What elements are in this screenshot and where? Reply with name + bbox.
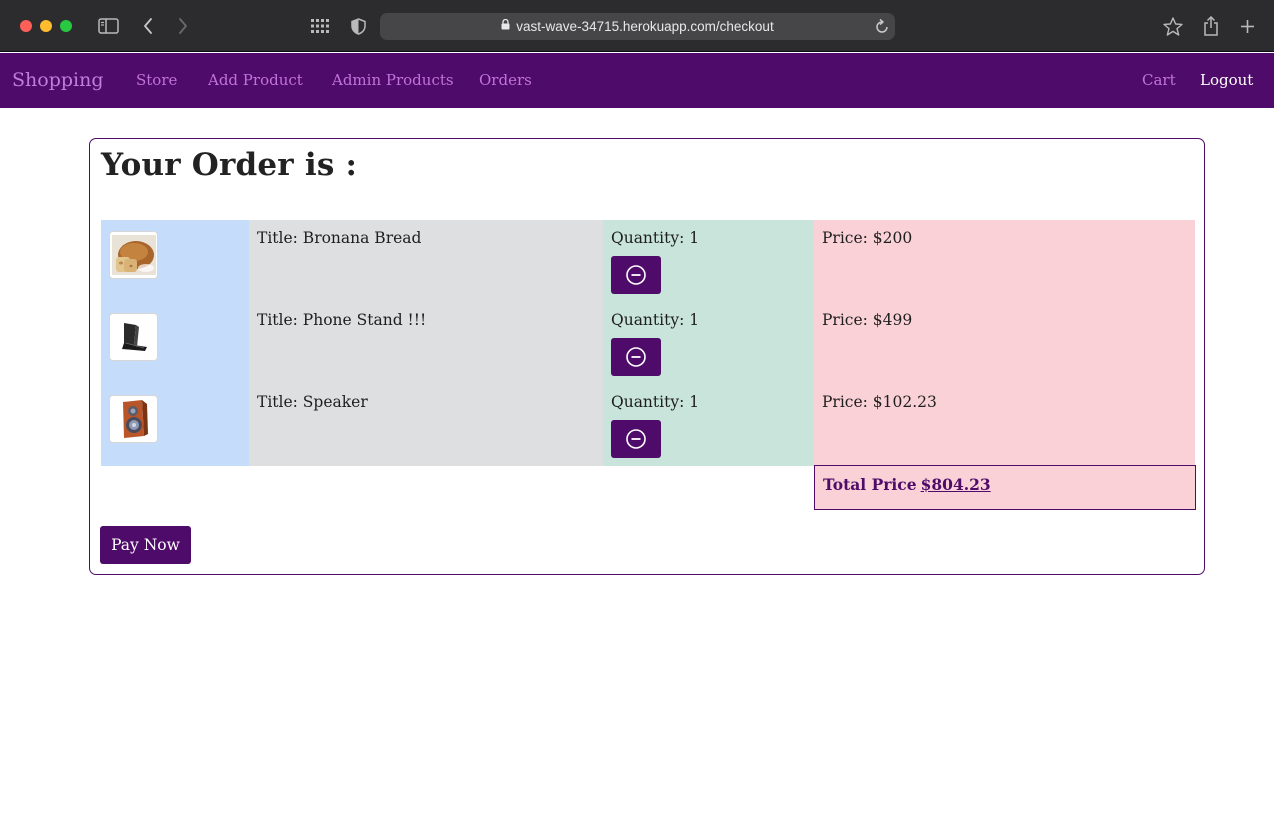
nav-link-admin-products[interactable]: Admin Products: [332, 53, 454, 108]
table-row: Title: Phone Stand !!! Quantity: 1 Price…: [101, 302, 1195, 384]
reload-icon[interactable]: [875, 18, 889, 38]
lock-icon: [501, 12, 510, 39]
total-price: Total Price $804.23: [823, 475, 991, 494]
logout-button[interactable]: Logout: [1200, 53, 1253, 108]
nav-link-add-product[interactable]: Add Product: [208, 53, 303, 108]
forward-icon[interactable]: [175, 14, 191, 38]
order-card: Your Order is : Title: Bronana Bread Qua…: [89, 138, 1205, 575]
zoom-window-button[interactable]: [60, 20, 72, 32]
new-tab-icon[interactable]: [1238, 14, 1256, 38]
minus-circle-icon: [626, 265, 646, 285]
item-quantity: Quantity: 1: [611, 311, 700, 329]
shield-icon[interactable]: [349, 14, 367, 38]
close-window-button[interactable]: [20, 20, 32, 32]
total-price-label: Total Price: [823, 475, 917, 494]
item-quantity: Quantity: 1: [611, 393, 700, 411]
item-price: Price: $499: [822, 311, 913, 329]
pay-now-button[interactable]: Pay Now: [100, 526, 191, 564]
bookmark-star-icon[interactable]: [1162, 14, 1184, 38]
url-text: vast-wave-34715.herokuapp.com/checkout: [516, 19, 774, 34]
item-price: Price: $200: [822, 229, 913, 247]
minus-circle-icon: [626, 347, 646, 367]
remove-item-button[interactable]: [611, 420, 661, 458]
main-navbar: Shopping Store Add Product Admin Product…: [0, 53, 1274, 108]
back-icon[interactable]: [140, 14, 156, 38]
address-bar[interactable]: vast-wave-34715.herokuapp.com/checkout: [380, 13, 895, 40]
nav-link-orders[interactable]: Orders: [479, 53, 532, 108]
grid-icon[interactable]: [310, 14, 330, 38]
table-row: Title: Bronana Bread Quantity: 1 Price: …: [101, 220, 1195, 302]
item-quantity: Quantity: 1: [611, 229, 700, 247]
total-price-value[interactable]: $804.23: [921, 475, 991, 494]
total-price-box: Total Price $804.23: [814, 465, 1196, 510]
nav-link-store[interactable]: Store: [136, 53, 177, 108]
sidebar-icon[interactable]: [97, 14, 119, 38]
item-title: Title: Phone Stand !!!: [257, 311, 427, 329]
table-row: Title: Speaker Quantity: 1 Price: $102.2…: [101, 384, 1195, 466]
bread-icon: [109, 231, 158, 279]
minus-circle-icon: [626, 429, 646, 449]
item-title: Title: Bronana Bread: [257, 229, 422, 247]
browser-toolbar: vast-wave-34715.herokuapp.com/checkout: [0, 0, 1274, 52]
remove-item-button[interactable]: [611, 338, 661, 376]
share-icon[interactable]: [1201, 14, 1221, 38]
item-title: Title: Speaker: [257, 393, 368, 411]
nav-link-cart[interactable]: Cart: [1142, 53, 1176, 108]
item-price: Price: $102.23: [822, 393, 937, 411]
minimize-window-button[interactable]: [40, 20, 52, 32]
speaker-icon: [109, 395, 158, 443]
phone-stand-icon: [109, 313, 158, 361]
page-title: Your Order is :: [101, 147, 358, 183]
brand-link[interactable]: Shopping: [12, 53, 104, 108]
remove-item-button[interactable]: [611, 256, 661, 294]
